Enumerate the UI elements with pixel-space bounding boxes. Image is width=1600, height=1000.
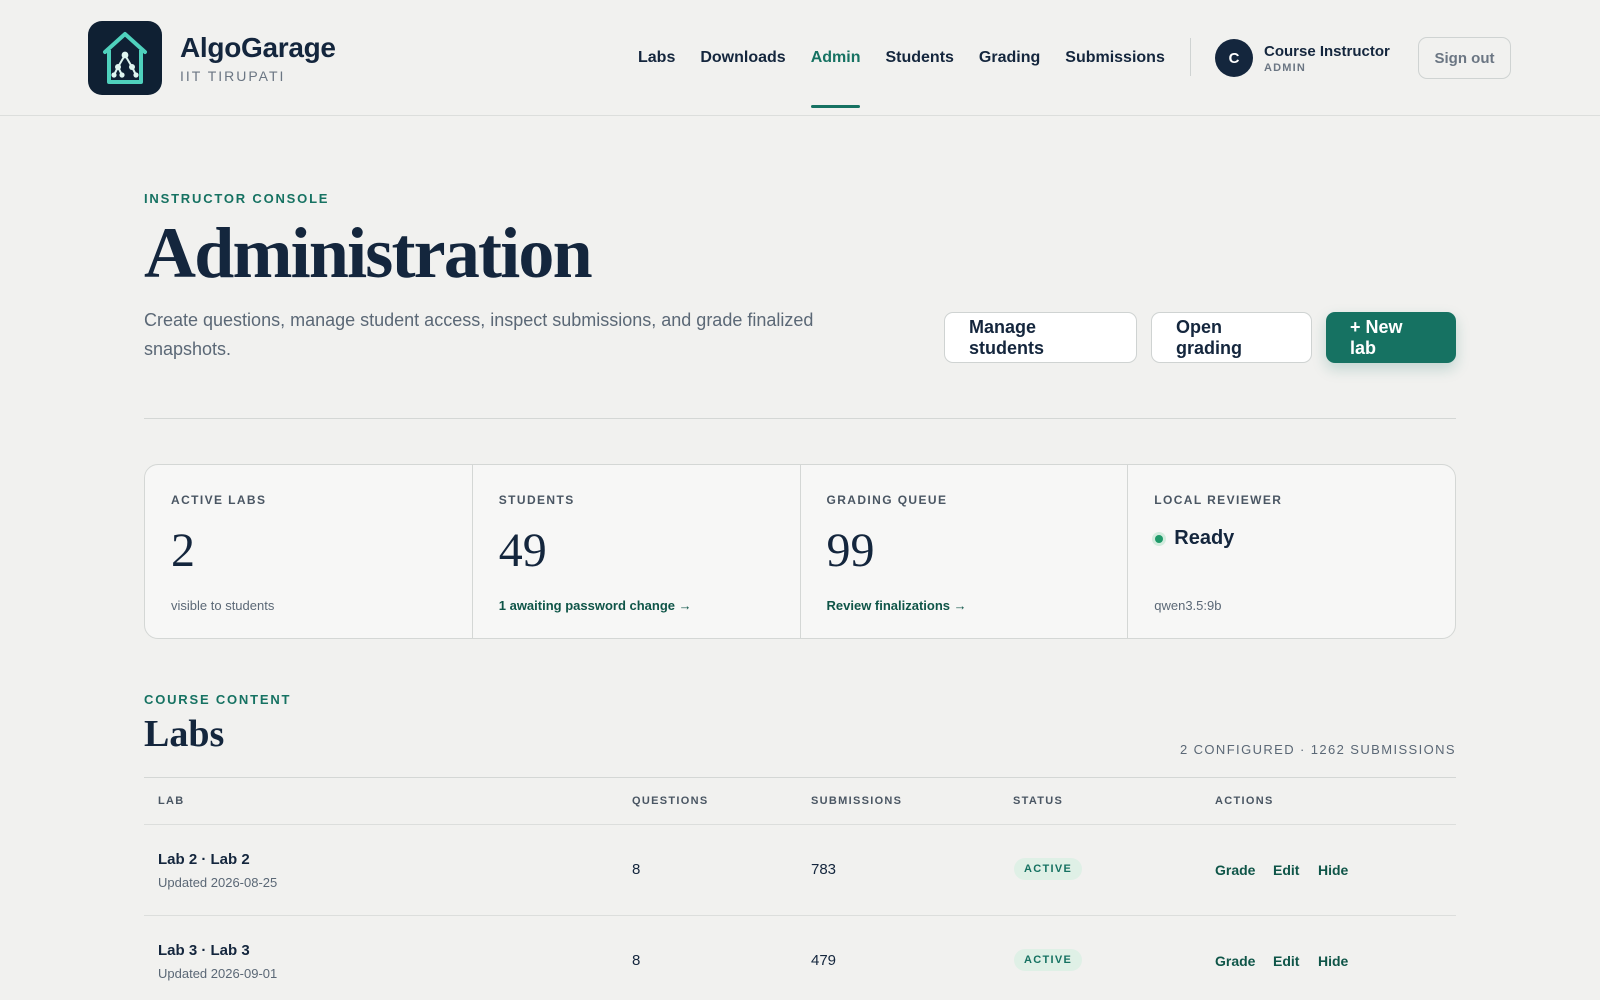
reviewer-status: Ready [1152,527,1234,550]
lab-updated: Updated 2026-08-25 [158,875,278,890]
stats-panel: ACTIVE LABS 2 visible to students STUDEN… [144,464,1456,639]
column-header-lab: LAB [158,795,185,807]
column-header-submissions: SUBMISSIONS [811,795,903,807]
brand-name: AlgoGarage [180,32,336,63]
nav-item-labs[interactable]: Labs [638,0,675,116]
table-header: LAB QUESTIONS SUBMISSIONS STATUS ACTIONS [144,777,1456,825]
stat-active-labs: ACTIVE LABS 2 visible to students [145,465,473,638]
edit-link[interactable]: Edit [1273,953,1299,969]
lab-name: Lab 3 · Lab 3 [158,942,250,959]
status-badge: ACTIVE [1014,858,1083,880]
lab-questions: 8 [632,861,641,878]
new-lab-button[interactable]: + New lab [1326,312,1456,363]
hero-divider [144,418,1456,419]
manage-students-button[interactable]: Manage students [944,312,1137,363]
lab-name: Lab 2 · Lab 2 [158,851,250,868]
column-header-actions: ACTIONS [1215,795,1274,807]
house-tree-icon [88,21,162,95]
page-title: Administration [144,213,593,293]
stat-value: 99 [826,524,875,577]
top-header: AlgoGarage IIT TIRUPATI Labs Downloads A… [0,0,1600,116]
brand-subtitle: IIT TIRUPATI [180,68,286,84]
labs-summary: 2 CONFIGURED · 1262 SUBMISSIONS [1179,742,1456,757]
review-finalizations-link[interactable]: Review finalizations → [827,598,967,613]
nav-item-students[interactable]: Students [885,0,953,116]
sign-out-button[interactable]: Sign out [1418,37,1511,79]
stat-value: 2 [171,524,195,577]
lab-questions: 8 [632,952,641,969]
open-grading-button[interactable]: Open grading [1151,312,1312,363]
grade-link[interactable]: Grade [1215,862,1255,878]
brand-text: AlgoGarage IIT TIRUPATI [180,32,336,84]
hide-link[interactable]: Hide [1318,953,1348,969]
page-description: Create questions, manage student access,… [144,310,814,359]
user-role: ADMIN [1264,61,1307,74]
labs-table: LAB QUESTIONS SUBMISSIONS STATUS ACTIONS… [144,777,1456,1000]
stat-label: GRADING QUEUE [826,493,948,507]
stat-foot: visible to students [171,598,275,613]
column-header-questions: QUESTIONS [632,795,709,807]
lab-updated: Updated 2026-09-01 [158,966,278,981]
stat-value: 49 [498,524,547,577]
awaiting-password-link[interactable]: 1 awaiting password change → [499,598,692,613]
stat-students: STUDENTS 49 1 awaiting password change → [473,465,801,638]
nav-item-admin[interactable]: Admin [810,0,860,116]
stat-label: STUDENTS [498,493,575,507]
nav-item-grading[interactable]: Grading [979,0,1040,116]
hero-eyebrow: INSTRUCTOR CONSOLE [144,191,330,206]
user-info: Course Instructor ADMIN [1264,43,1390,74]
grade-link[interactable]: Grade [1215,953,1255,969]
user-name: Course Instructor [1264,42,1390,60]
column-header-status: STATUS [1013,795,1064,807]
main-nav: Labs Downloads Admin Students Grading Su… [638,0,1190,116]
labs-eyebrow: COURSE CONTENT [144,692,292,707]
nav-item-submissions[interactable]: Submissions [1065,0,1165,116]
labs-title: Labs [144,713,225,755]
reviewer-model: qwen3.5:9b [1154,598,1222,613]
stat-label: LOCAL REVIEWER [1154,493,1283,507]
nav-divider [1190,38,1191,76]
edit-link[interactable]: Edit [1273,862,1299,878]
table-row: Lab 2 · Lab 2 Updated 2026-08-25 8 783 A… [144,825,1456,916]
table-row: Lab 3 · Lab 3 Updated 2026-09-01 8 479 A… [144,916,1456,1000]
stat-local-reviewer: LOCAL REVIEWER Ready qwen3.5:9b [1128,465,1455,638]
hide-link[interactable]: Hide [1318,862,1348,878]
lab-submissions: 783 [811,861,837,878]
reviewer-status-text: Ready [1174,527,1235,549]
status-badge: ACTIVE [1014,949,1083,971]
status-dot-icon [1152,531,1167,546]
user-menu[interactable]: C Course Instructor ADMIN [1215,39,1390,77]
stat-label: ACTIVE LABS [171,493,267,507]
nav-item-downloads[interactable]: Downloads [700,0,785,116]
lab-submissions: 479 [811,952,837,969]
brand[interactable]: AlgoGarage IIT TIRUPATI [88,21,336,95]
stat-grading-queue: GRADING QUEUE 99 Review finalizations → [801,465,1129,638]
avatar: C [1215,39,1253,77]
